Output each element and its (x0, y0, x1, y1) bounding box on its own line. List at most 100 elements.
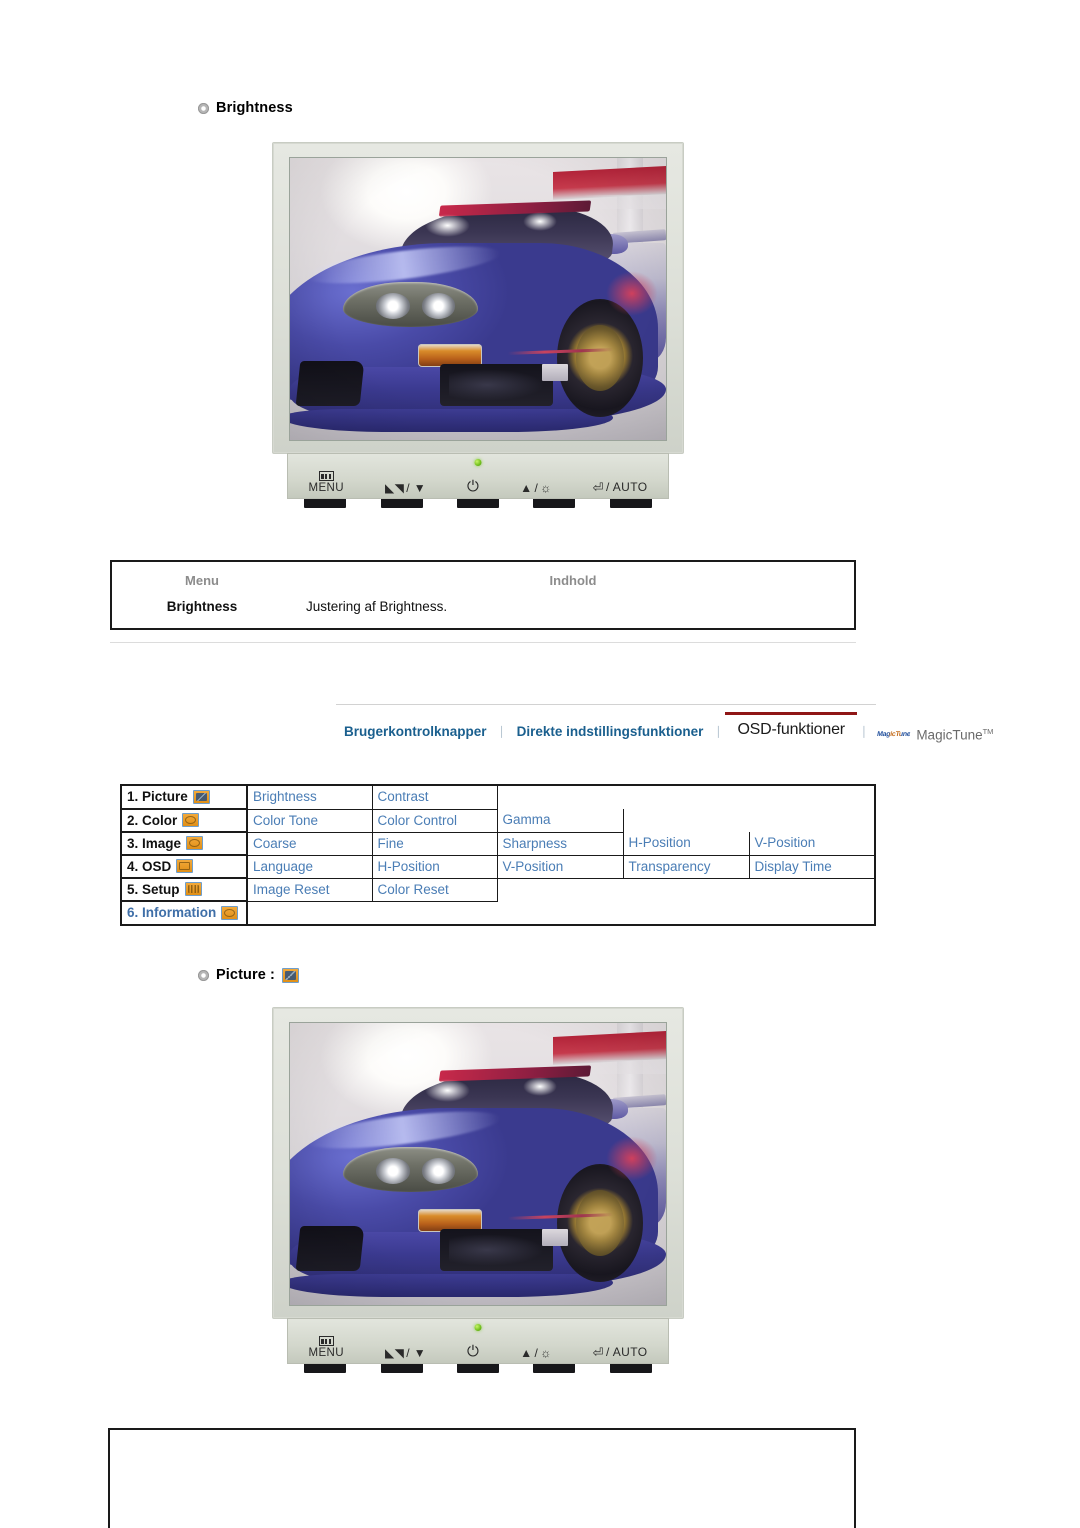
up-brightness-button[interactable]: ▲ / ☼ (520, 1346, 551, 1360)
osd-empty-cell (372, 901, 497, 924)
section-title: Brightness (216, 100, 293, 116)
power-led (474, 459, 482, 466)
osd-empty-cell (623, 901, 749, 924)
up-arrow-icon: ▲ (520, 480, 533, 495)
column-header-menu: Menu (185, 573, 219, 588)
osd-label-osd[interactable]: 4. OSD (122, 855, 248, 879)
osd-item-h-position[interactable]: H-Position (372, 855, 498, 879)
osd-item-contrast[interactable]: Contrast (372, 786, 498, 810)
osd-item-fine[interactable]: Fine (372, 832, 498, 856)
osd-item-image-reset[interactable]: Image Reset (247, 878, 373, 902)
enter-icon: ⏎ (592, 1344, 604, 1360)
down-button-label: / ▼ (406, 480, 426, 495)
osd-item-brightness[interactable]: Brightness (247, 786, 373, 810)
enter-auto-button[interactable]: ⏎ / AUTO (592, 479, 648, 495)
document-page: Brightness MENU ◣◥ / ▼ ⏻ ▲ / ☼ ⏎ / AUTO … (0, 0, 1080, 1528)
osd-item-coarse[interactable]: Coarse (247, 832, 373, 856)
osd-label-setup[interactable]: 5. Setup (122, 878, 248, 902)
section-divider (110, 642, 856, 643)
osd-row-picture: 1. Picture Brightness Contrast (122, 786, 874, 810)
menu-bars-icon (318, 1336, 334, 1347)
menu-button-label: MENU (308, 482, 344, 495)
osd-item-v-position[interactable]: V-Position (749, 832, 874, 856)
down-button[interactable]: ◣◥ / ▼ (385, 1346, 426, 1360)
monitor-bezel (272, 1007, 684, 1319)
monitor-illustration-brightness: MENU ◣◥ / ▼ ⏻ ▲ / ☼ ⏎ / AUTO (272, 142, 684, 508)
osd-label-text: 2. Color (127, 812, 178, 828)
picture-icon (281, 967, 299, 983)
osd-item-h-position[interactable]: H-Position (623, 832, 750, 856)
auto-button-label: / AUTO (605, 1345, 648, 1360)
osd-item-gamma[interactable]: Gamma (497, 809, 624, 833)
osd-empty-cell (749, 901, 874, 924)
monitor-screen (289, 157, 667, 441)
osd-label-image[interactable]: 3. Image (122, 832, 248, 856)
osd-item-sharpness[interactable]: Sharpness (497, 832, 624, 856)
power-button[interactable]: ⏻ (466, 1342, 480, 1361)
osd-row-osd: 4. OSD Language H-Position V-Position Tr… (122, 855, 874, 879)
screen-photo-sports-car (290, 1023, 666, 1305)
information-icon (221, 905, 239, 920)
osd-label-picture[interactable]: 1. Picture (122, 786, 248, 810)
osd-item-color-tone[interactable]: Color Tone (247, 809, 373, 833)
tab-brugerkontrolknapper[interactable]: Brugerkontrolknapper (336, 720, 495, 742)
menu-button[interactable]: MENU (309, 1336, 344, 1360)
osd-label-text: 1. Picture (127, 789, 188, 804)
osd-item-color-control[interactable]: Color Control (372, 809, 498, 833)
monitor-feet (287, 1364, 669, 1373)
menu-content-table: Menu Indhold Brightness Justering af Bri… (110, 560, 856, 630)
osd-label-text: 5. Setup (127, 881, 180, 897)
osd-empty-cell (749, 786, 874, 809)
enter-auto-button[interactable]: ⏎ / AUTO (592, 1344, 648, 1360)
osd-item-color-reset[interactable]: Color Reset (372, 878, 498, 902)
section-heading-picture: Picture : (198, 967, 299, 983)
power-button[interactable]: ⏻ (466, 477, 480, 496)
magictune-link[interactable]: MagicTune MagicTuneTM (871, 727, 993, 743)
osd-label-color[interactable]: 2. Color (122, 809, 248, 833)
osd-empty-cell (497, 878, 623, 901)
up-brightness-button[interactable]: ▲ / ☼ (520, 480, 551, 495)
magictune-logo-icon: MagicTune (876, 730, 911, 738)
auto-button-label: / AUTO (605, 480, 648, 495)
table-header-row: Menu Indhold (112, 562, 854, 595)
osd-label-text: 4. OSD (127, 858, 172, 874)
tab-direkte-indstillingsfunktioner[interactable]: Direkte indstillingsfunktioner (509, 720, 712, 742)
monitor-screen (289, 1022, 667, 1306)
section-heading-brightness: Brightness (198, 100, 293, 116)
osd-item-transparency[interactable]: Transparency (623, 855, 750, 879)
power-icon: ⏻ (466, 477, 480, 495)
osd-item-language[interactable]: Language (247, 855, 373, 879)
tab-osd-funktioner[interactable]: OSD-funktioner (725, 712, 857, 742)
osd-menu-map-table: 1. Picture Brightness Contrast 2. Color (120, 784, 876, 926)
osd-label-information[interactable]: 6. Information (122, 901, 248, 924)
power-led (474, 1324, 482, 1331)
magictune-label: MagicTuneTM (916, 726, 994, 743)
menu-button[interactable]: MENU (309, 471, 344, 495)
row-content-text: Justering af Brightness. (306, 599, 448, 614)
tab-navigation: Brugerkontrolknapper ❘ Direkte indstilli… (336, 704, 993, 742)
menu-bars-icon (318, 471, 334, 482)
osd-item-display-time[interactable]: Display Time (749, 855, 874, 879)
monitor-feet (287, 499, 669, 508)
table-row: Brightness Justering af Brightness. (112, 595, 854, 628)
enter-icon: ⏎ (592, 479, 604, 495)
osd-row-information: 6. Information (122, 901, 874, 924)
osd-icon (176, 859, 194, 873)
nav-separator: ❘ (713, 724, 724, 738)
osd-label-text: 3. Image (127, 835, 182, 851)
column-header-indhold: Indhold (549, 573, 597, 588)
osd-empty-cell (749, 878, 874, 901)
osd-row-setup: 5. Setup Image Reset Color Reset (122, 878, 874, 902)
osd-item-v-position[interactable]: V-Position (497, 855, 624, 879)
osd-row-color: 2. Color Color Tone Color Control Gamma (122, 809, 874, 833)
power-icon: ⏻ (466, 1342, 480, 1360)
screen-photo-sports-car (290, 158, 666, 440)
down-button[interactable]: ◣◥ / ▼ (385, 480, 426, 495)
osd-empty-cell (497, 786, 623, 809)
osd-label-text: 6. Information (127, 905, 217, 920)
section-title: Picture : (216, 967, 275, 983)
osd-empty-cell (247, 901, 372, 924)
slash-separator: / (534, 480, 539, 495)
osd-empty-cell (749, 809, 874, 832)
next-section-table (108, 1428, 856, 1528)
